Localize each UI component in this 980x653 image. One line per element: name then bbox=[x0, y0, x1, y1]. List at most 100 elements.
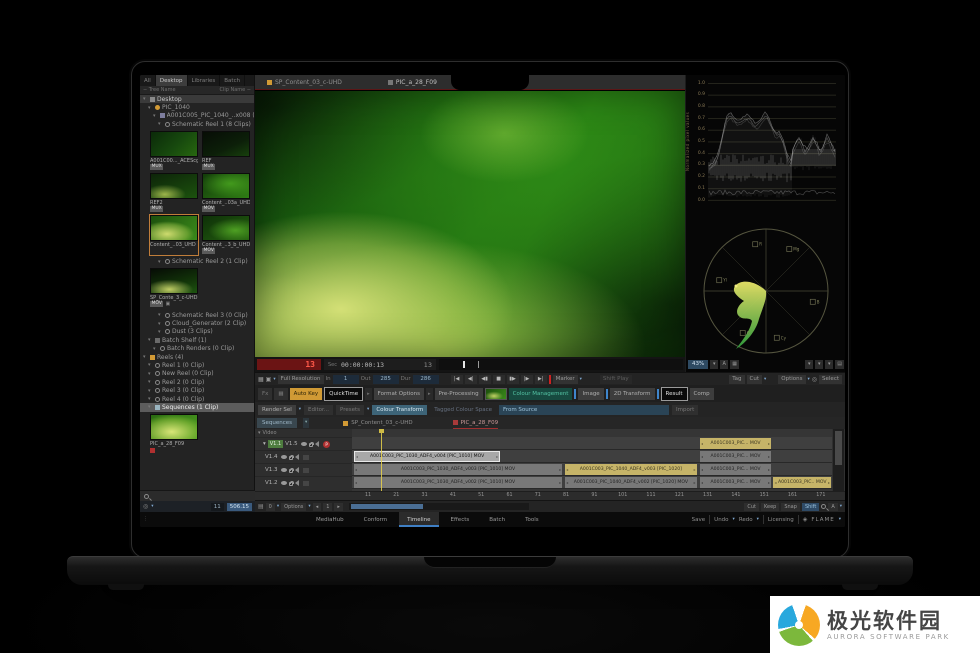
nav-next-button[interactable]: ▸ bbox=[334, 503, 343, 511]
timeline-clip[interactable]: A001C003_PIC.. MOV bbox=[773, 477, 831, 488]
tree-name-header[interactable]: − Tree Name bbox=[143, 87, 176, 93]
lock-icon[interactable] bbox=[289, 482, 293, 486]
dur-field[interactable]: 286 bbox=[413, 375, 439, 384]
resolution-button[interactable]: Full Resolution bbox=[278, 375, 324, 384]
footer-options-button[interactable]: Options bbox=[281, 503, 306, 511]
video-group-row[interactable]: ▾ Video bbox=[255, 429, 352, 437]
save-button[interactable]: Save bbox=[692, 517, 706, 523]
chevron-down-icon[interactable]: ▾ bbox=[273, 377, 275, 382]
transport-button[interactable]: |◀ bbox=[451, 375, 463, 384]
audio-icon[interactable] bbox=[295, 454, 299, 460]
track-header-v1.4[interactable]: V1.4 bbox=[255, 450, 352, 463]
colour-transform-button[interactable]: Colour Transform bbox=[372, 405, 427, 415]
module-tab-timeline[interactable]: Timeline bbox=[399, 512, 438, 527]
auto-key-button[interactable]: Auto Key bbox=[290, 388, 323, 400]
scope-zoom-level[interactable]: 43% bbox=[688, 360, 708, 369]
visibility-icon[interactable] bbox=[301, 442, 307, 446]
chevron-down-icon[interactable]: ▾ bbox=[764, 377, 766, 382]
chevron-down-icon[interactable]: ▾ bbox=[580, 377, 582, 382]
in-field[interactable]: 1 bbox=[333, 375, 359, 384]
licensing-button[interactable]: Licensing bbox=[768, 517, 794, 523]
transport-button[interactable]: ◀| bbox=[465, 375, 477, 384]
timeline-clip[interactable]: A001C003_PIC... MOV bbox=[700, 451, 771, 462]
chevron-down-icon[interactable]: ▾ bbox=[815, 360, 823, 369]
tree-item[interactable]: ▾PIC_1040 bbox=[140, 103, 254, 111]
cut-button[interactable]: Cut bbox=[744, 503, 759, 511]
nav-number[interactable]: 1 bbox=[323, 503, 332, 511]
track-header-v1.3[interactable]: V1.3 bbox=[255, 463, 352, 476]
viewer-tab[interactable]: SP_Content_03_c-UHD bbox=[267, 79, 342, 86]
transport-button[interactable]: ▶| bbox=[535, 375, 547, 384]
tree-item[interactable]: ▾Reels (4) bbox=[140, 353, 254, 361]
sequence-selector[interactable]: Sequences bbox=[257, 418, 297, 428]
tree-item[interactable]: ▾Schematic Reel 3 (0 Clip) bbox=[140, 311, 254, 319]
chevron-down-icon[interactable]: ▾ bbox=[840, 504, 842, 509]
out-field[interactable]: 285 bbox=[373, 375, 399, 384]
marker-button[interactable]: Marker bbox=[553, 375, 578, 384]
chevron-down-icon[interactable]: ▾ bbox=[805, 360, 813, 369]
storage-value[interactable]: 506.15 bbox=[227, 503, 252, 511]
tree-item[interactable]: ▾Batch Renders (0 Clip) bbox=[140, 345, 254, 353]
panel-icon[interactable]: ▤ bbox=[835, 360, 844, 369]
playhead[interactable] bbox=[381, 429, 382, 491]
scrollbar-thumb[interactable] bbox=[351, 504, 423, 509]
tool-button-cut[interactable]: Cut bbox=[747, 375, 762, 384]
sidebar-tab-desktop[interactable]: Desktop bbox=[156, 75, 188, 86]
scrub-bar[interactable] bbox=[439, 359, 683, 370]
tree-item[interactable]: ▾Reel 3 (0 Clip) bbox=[140, 386, 254, 394]
image-button[interactable]: Image bbox=[578, 388, 603, 400]
fx-button[interactable]: Fx bbox=[258, 388, 272, 400]
pre-processing-button[interactable]: Pre-Processing bbox=[435, 388, 483, 400]
scrollbar-thumb[interactable] bbox=[835, 431, 842, 465]
chevron-down-icon[interactable]: ▾ bbox=[367, 407, 369, 412]
expand-arrow-icon[interactable]: ▸ bbox=[426, 388, 433, 400]
shift-button[interactable]: Shift bbox=[802, 503, 819, 511]
transport-button[interactable]: |▶ bbox=[521, 375, 533, 384]
chevron-down-icon[interactable]: ▾ bbox=[151, 504, 153, 509]
clip-thumbnail[interactable]: SP_Conte_3_c-UHDMOV▣ bbox=[150, 268, 198, 308]
clip-thumbnail[interactable]: PIC_a_28_F09 bbox=[150, 414, 198, 454]
transport-button[interactable]: ■ bbox=[493, 375, 505, 384]
chevron-down-icon[interactable]: ▾ bbox=[808, 377, 810, 382]
grid-icon[interactable]: ▦ bbox=[730, 360, 739, 369]
clip-thumbnail[interactable]: REFMUX bbox=[202, 131, 250, 171]
chevron-down-icon[interactable]: ▾ bbox=[308, 504, 310, 509]
letter-mode-button[interactable]: A bbox=[828, 503, 837, 511]
quicktime-button[interactable]: QuickTime bbox=[324, 387, 363, 401]
import-button[interactable]: Import bbox=[672, 405, 698, 415]
track-header-v1.5[interactable]: ▾V1.1V1.5P bbox=[255, 437, 352, 450]
chevron-down-icon[interactable]: ▾ bbox=[299, 407, 301, 412]
timecode-value[interactable]: 00:00:00:13 bbox=[341, 361, 384, 369]
clip-thumbnail[interactable]: Content_..03_UHD bbox=[150, 215, 198, 255]
audio-icon[interactable] bbox=[295, 480, 299, 486]
scrub-marker[interactable] bbox=[478, 361, 479, 368]
track-option-icon[interactable] bbox=[303, 468, 309, 473]
colour-management-button[interactable]: Colour Management bbox=[509, 388, 573, 400]
tree-item[interactable]: ▾Desktop bbox=[140, 95, 254, 103]
undo-button[interactable]: Undo bbox=[714, 517, 728, 523]
module-tab-batch[interactable]: Batch bbox=[481, 512, 513, 527]
letterbox-button[interactable]: A bbox=[720, 360, 728, 369]
tree-item[interactable]: ▾Batch Shelf (1) bbox=[140, 336, 254, 344]
module-tab-effects[interactable]: Effects bbox=[443, 512, 478, 527]
tree-item[interactable]: ▾New Reel (0 Clip) bbox=[140, 370, 254, 378]
timeline-ruler[interactable]: 1121314151617181911011111211311411511611… bbox=[255, 491, 845, 500]
tree-item[interactable]: ▾A001C005_PIC_1040_..x008 (5) bbox=[140, 112, 254, 120]
chevron-down-icon[interactable]: ▾ bbox=[733, 517, 735, 522]
sidebar-tab-libraries[interactable]: Libraries bbox=[188, 75, 221, 86]
search-field[interactable] bbox=[140, 490, 255, 501]
clip-thumbnail[interactable]: A001C00..._ACEScgMUX bbox=[150, 131, 198, 171]
chevron-down-icon[interactable]: ▾ bbox=[277, 504, 279, 509]
video-preview[interactable] bbox=[255, 91, 685, 357]
render-sel-button[interactable]: Render Sel bbox=[258, 405, 296, 415]
audio-icon[interactable] bbox=[315, 441, 319, 447]
snap-value-button[interactable]: 0 bbox=[266, 503, 275, 511]
timeline-clip[interactable]: A001C003_PIC_1040_ADF4_v002 [PIC_1020] M… bbox=[565, 477, 697, 488]
redo-button[interactable]: Redo bbox=[739, 517, 753, 523]
tree-item[interactable]: ▾Cloud_Generator (2 Clip) bbox=[140, 319, 254, 327]
clip-thumbnail[interactable]: Content_..3_b_UHDMOV bbox=[202, 215, 250, 255]
timeline-clip[interactable]: A001C003_PIC_1040_ADF4_v003 [PIC_1020] bbox=[565, 464, 697, 475]
chevron-down-icon[interactable]: ▾ bbox=[303, 418, 309, 428]
timeline-tab[interactable]: PIC_a_28_F09 bbox=[453, 417, 499, 429]
timeline-clip[interactable]: A001C003_PIC... MOV bbox=[700, 438, 771, 449]
